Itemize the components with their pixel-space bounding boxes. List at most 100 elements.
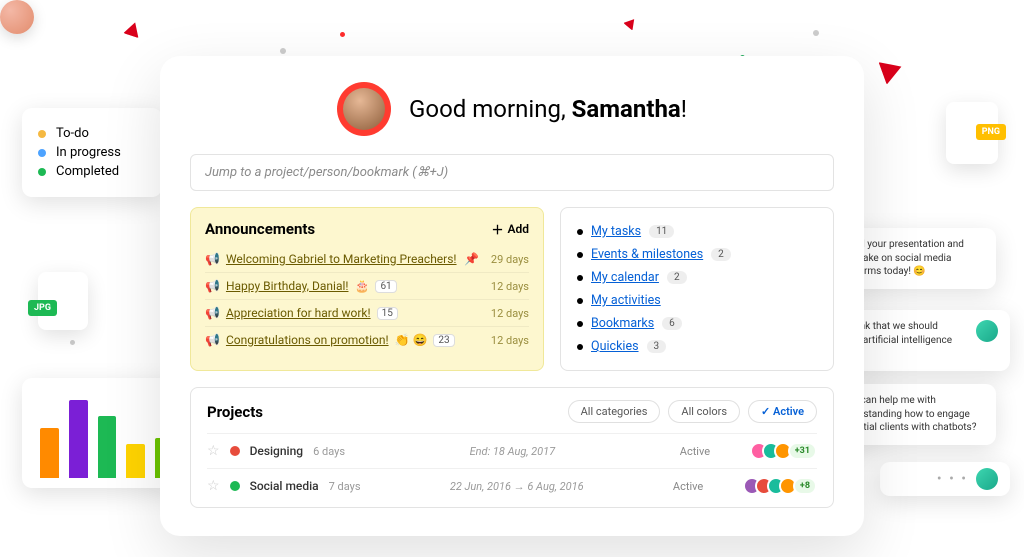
announcement-link[interactable]: Congratulations on promotion! bbox=[226, 333, 389, 347]
quicklink-my-tasks[interactable]: My tasks 11 bbox=[577, 220, 817, 243]
projects-title: Projects bbox=[207, 403, 263, 421]
announcement-age: 12 days bbox=[491, 280, 529, 293]
quicklink-activities[interactable]: My activities bbox=[577, 289, 817, 312]
confetti-triangle bbox=[623, 15, 639, 30]
projects-panel: Projects All categories All colors Activ… bbox=[190, 387, 834, 508]
project-dates: End: 18 Aug, 2017 bbox=[355, 445, 670, 458]
project-age: 7 days bbox=[329, 480, 361, 493]
bar-icon bbox=[98, 416, 117, 478]
quicklink-label[interactable]: My calendar bbox=[591, 270, 659, 285]
project-color-dot-icon bbox=[230, 446, 240, 456]
filter-categories[interactable]: All categories bbox=[568, 400, 661, 423]
quicklink-label[interactable]: My activities bbox=[591, 293, 661, 308]
chat-avatar bbox=[976, 320, 998, 342]
announcement-age: 12 days bbox=[491, 307, 529, 320]
project-members[interactable]: +31 bbox=[750, 442, 817, 460]
legend-dot-icon bbox=[38, 130, 46, 138]
announcement-age: 29 days bbox=[491, 253, 529, 266]
announcement-link[interactable]: Welcoming Gabriel to Marketing Preachers… bbox=[226, 252, 457, 266]
quicklink-label[interactable]: Events & milestones bbox=[591, 247, 703, 262]
png-tag: PNG bbox=[976, 124, 1006, 140]
legend-label: To-do bbox=[56, 126, 89, 141]
typing-indicator-icon: • • • bbox=[937, 470, 968, 489]
project-filters: All categories All colors Active bbox=[568, 400, 817, 423]
member-more-badge: +31 bbox=[788, 442, 817, 460]
dashboard-window: Good morning, Samantha! Jump to a projec… bbox=[160, 56, 864, 536]
megaphone-icon: 📢 bbox=[205, 306, 220, 320]
quicklink-calendar[interactable]: My calendar 2 bbox=[577, 266, 817, 289]
reaction-count-badge: 61 bbox=[375, 280, 396, 293]
emoji-icon: 🎂 bbox=[354, 279, 369, 293]
quicklink-quickies[interactable]: Quickies 3 bbox=[577, 335, 817, 358]
bar-icon bbox=[126, 444, 145, 478]
project-status: Active bbox=[680, 445, 740, 458]
legend-item-completed: Completed bbox=[38, 164, 146, 179]
confetti-dot bbox=[813, 30, 819, 36]
confetti-dot bbox=[70, 340, 75, 345]
legend-label: Completed bbox=[56, 164, 119, 179]
project-age: 6 days bbox=[313, 445, 345, 458]
filter-colors[interactable]: All colors bbox=[668, 400, 740, 423]
project-color-dot-icon bbox=[230, 481, 240, 491]
project-dates: 22 Jun, 2016 → 6 Aug, 2016 bbox=[371, 480, 663, 493]
announcement-item[interactable]: 📢 Congratulations on promotion! 👏 😄 23 1… bbox=[205, 326, 529, 353]
plus-icon: ＋ bbox=[491, 221, 503, 238]
announcement-link[interactable]: Appreciation for hard work! bbox=[226, 306, 371, 320]
announcements-panel: Announcements ＋ Add 📢 Welcoming Gabriel … bbox=[190, 207, 544, 371]
quicklink-events[interactable]: Events & milestones 2 bbox=[577, 243, 817, 266]
quicklink-label[interactable]: My tasks bbox=[591, 224, 641, 239]
quicklink-count-badge: 2 bbox=[711, 248, 731, 261]
filter-active[interactable]: Active bbox=[748, 400, 817, 423]
legend-dot-icon bbox=[38, 168, 46, 176]
confetti-triangle bbox=[123, 20, 143, 38]
greeting-name: Samantha bbox=[572, 95, 681, 123]
project-row[interactable]: ☆ Social media 7 days 22 Jun, 2016 → 6 A… bbox=[207, 468, 817, 503]
quicklink-count-badge: 3 bbox=[647, 340, 667, 353]
star-icon[interactable]: ☆ bbox=[207, 478, 220, 494]
reaction-count-badge: 15 bbox=[377, 307, 398, 320]
jump-search-input[interactable]: Jump to a project/person/bookmark (⌘+J) bbox=[190, 154, 834, 191]
megaphone-icon: 📢 bbox=[205, 279, 220, 293]
announcement-item[interactable]: 📢 Happy Birthday, Danial! 🎂 61 12 days bbox=[205, 272, 529, 299]
greeting-prefix: Good morning, bbox=[409, 95, 572, 123]
emoji-icon: 👏 😄 bbox=[395, 333, 428, 347]
star-icon[interactable]: ☆ bbox=[207, 443, 220, 459]
announcements-title: Announcements bbox=[205, 220, 315, 238]
project-members[interactable]: +8 bbox=[743, 477, 817, 495]
confetti-dot bbox=[280, 48, 286, 54]
quicklink-label[interactable]: Quickies bbox=[591, 339, 639, 354]
confetti-dot bbox=[340, 32, 345, 37]
project-row[interactable]: ☆ Designing 6 days End: 18 Aug, 2017 Act… bbox=[207, 433, 817, 468]
project-status: Active bbox=[673, 480, 733, 493]
announcement-age: 12 days bbox=[491, 334, 529, 347]
bullet-icon bbox=[577, 229, 583, 235]
confetti-triangle bbox=[878, 55, 905, 84]
bar-icon bbox=[69, 400, 88, 478]
member-more-badge: +8 bbox=[793, 477, 817, 495]
user-avatar[interactable] bbox=[337, 82, 391, 136]
chat-avatar bbox=[976, 468, 998, 490]
add-announcement-button[interactable]: ＋ Add bbox=[491, 221, 529, 238]
megaphone-icon: 📢 bbox=[205, 333, 220, 347]
quicklink-count-badge: 6 bbox=[662, 317, 682, 330]
quicklink-bookmarks[interactable]: Bookmarks 6 bbox=[577, 312, 817, 335]
quicklink-label[interactable]: Bookmarks bbox=[591, 316, 654, 331]
announcement-item[interactable]: 📢 Appreciation for hard work! 15 12 days bbox=[205, 299, 529, 326]
project-name[interactable]: Social media bbox=[250, 479, 319, 493]
legend-label: In progress bbox=[56, 145, 121, 160]
megaphone-icon: 📢 bbox=[205, 252, 220, 266]
chat-typing-bubble: • • • bbox=[880, 462, 1010, 496]
legend-item-inprogress: In progress bbox=[38, 145, 146, 160]
floating-avatar bbox=[0, 0, 34, 34]
png-file-icon: PNG bbox=[946, 102, 998, 164]
reaction-count-badge: 23 bbox=[433, 334, 454, 347]
legend-dot-icon bbox=[38, 149, 46, 157]
quicklink-count-badge: 11 bbox=[649, 225, 674, 238]
project-name[interactable]: Designing bbox=[250, 444, 304, 458]
quicklink-count-badge: 2 bbox=[667, 271, 687, 284]
announcement-item[interactable]: 📢 Welcoming Gabriel to Marketing Preache… bbox=[205, 246, 529, 272]
pin-icon: 📌 bbox=[464, 252, 479, 266]
legend-item-todo: To-do bbox=[38, 126, 146, 141]
quicklinks-panel: My tasks 11 Events & milestones 2 My cal… bbox=[560, 207, 834, 371]
announcement-link[interactable]: Happy Birthday, Danial! bbox=[226, 279, 349, 293]
